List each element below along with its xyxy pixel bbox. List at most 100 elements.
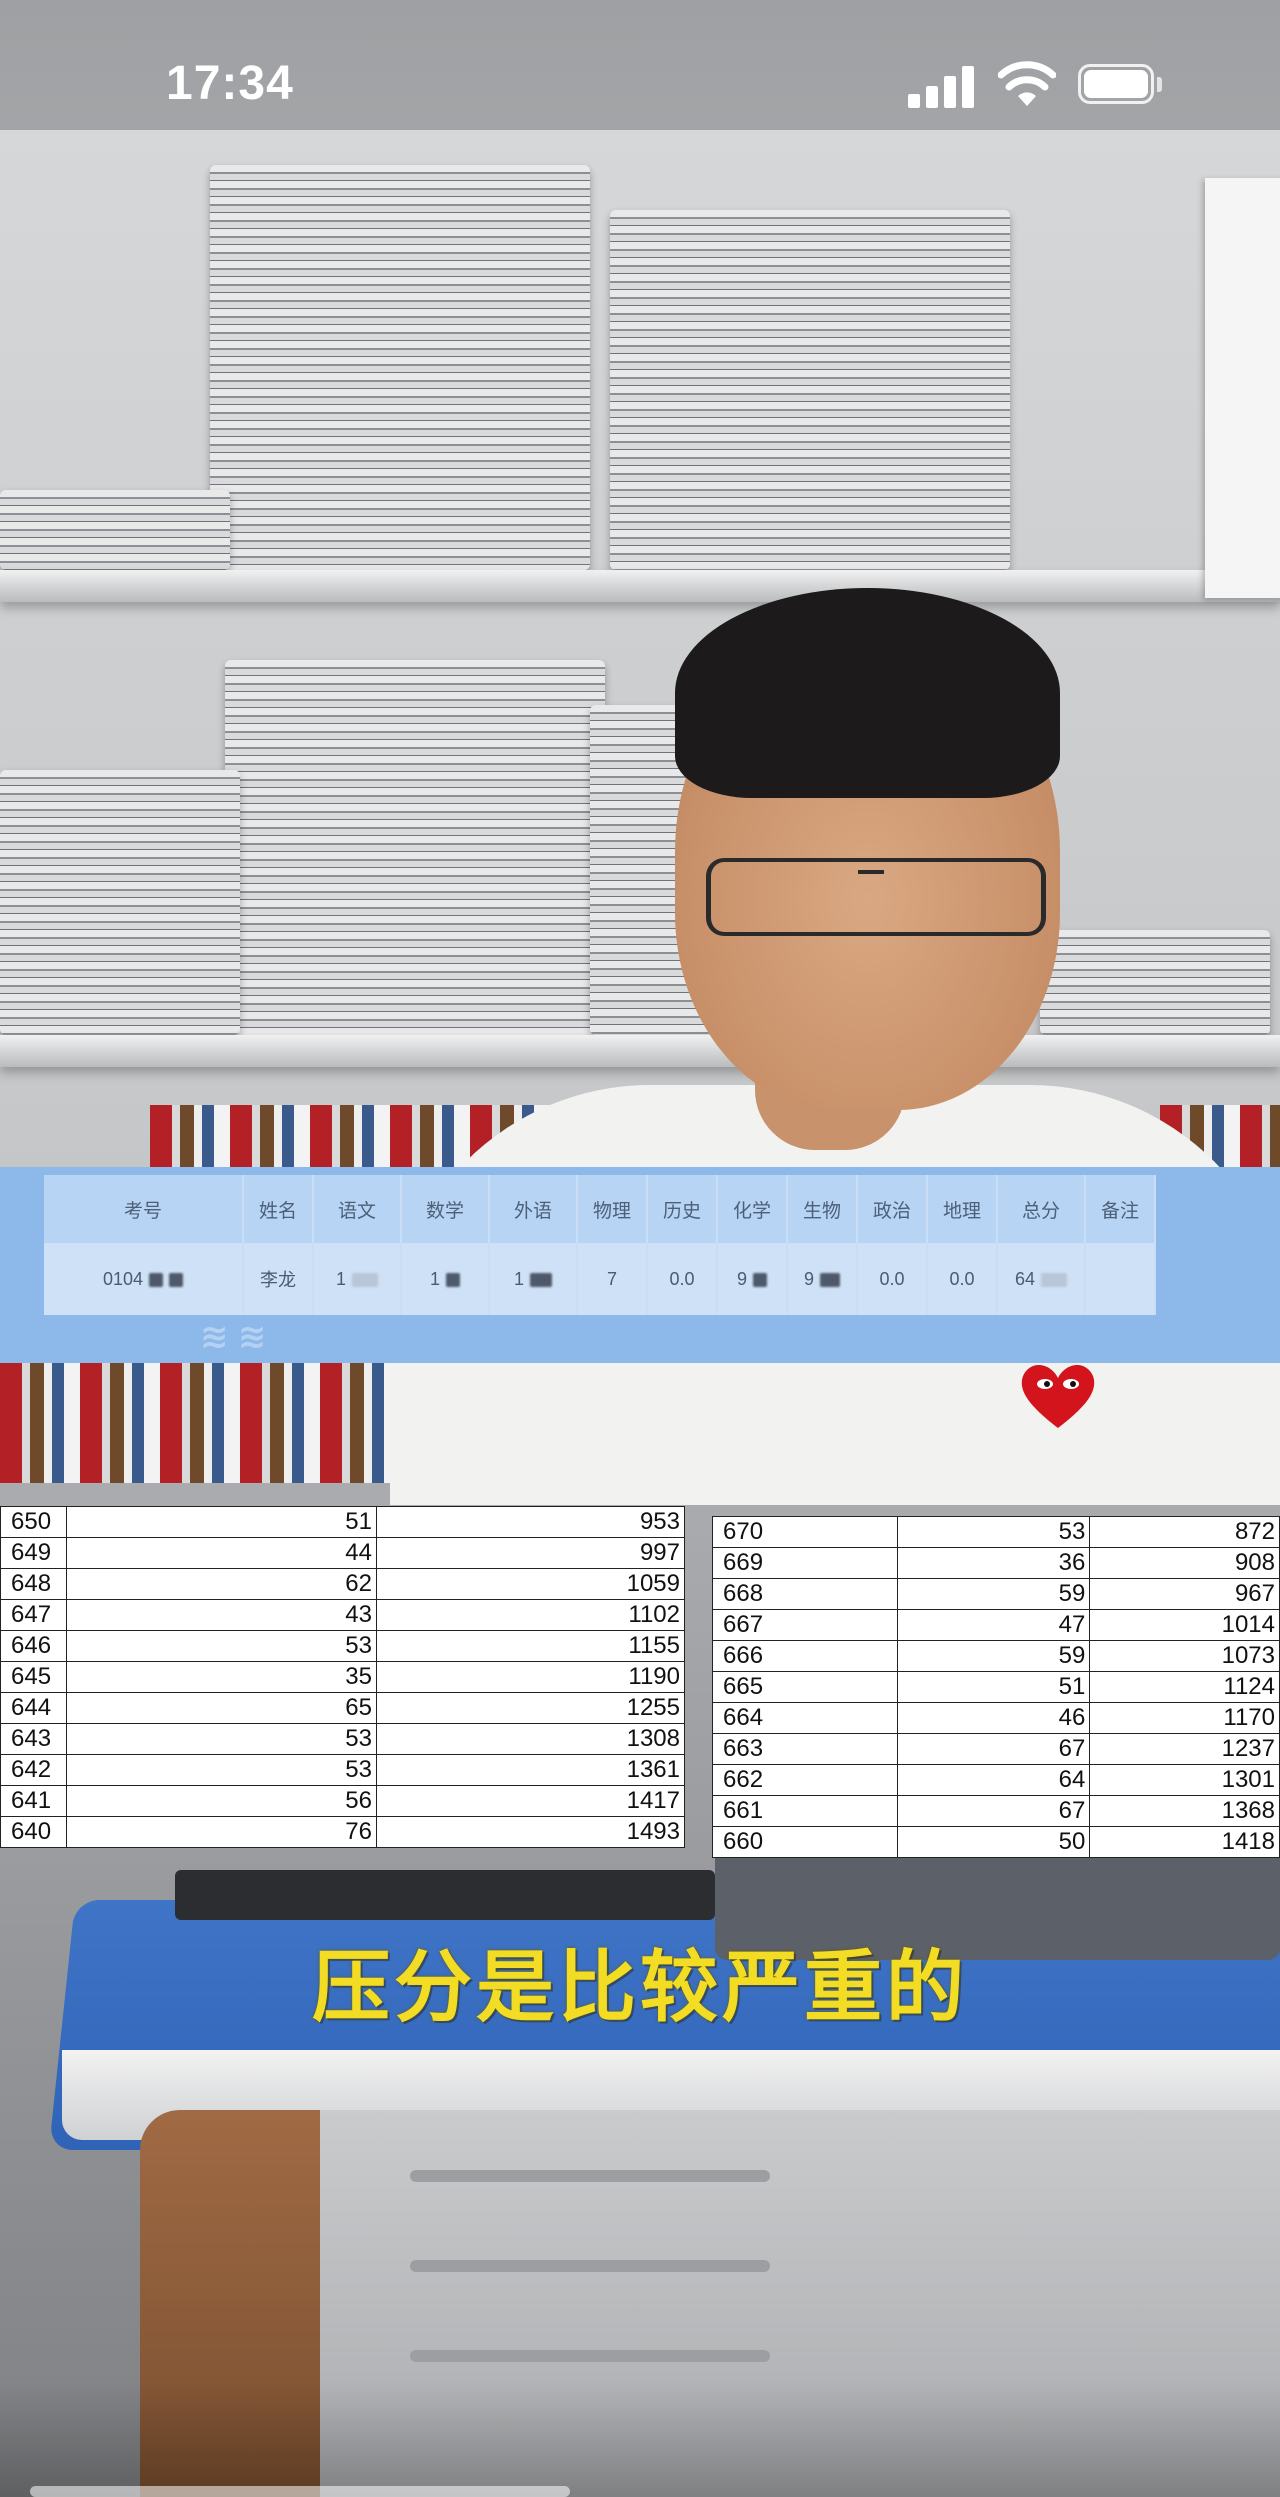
cumulative-cell: 1059 [376, 1568, 685, 1600]
score-cell: 649 [0, 1537, 67, 1569]
home-indicator[interactable] [30, 2486, 570, 2497]
cabinet-slot [410, 2170, 770, 2182]
cumulative-cell: 1102 [376, 1599, 685, 1631]
cumulative-cell: 967 [1089, 1578, 1280, 1610]
score-cell: 642 [0, 1754, 67, 1786]
column-header: 历史 [647, 1175, 718, 1243]
column-header: 生物 [787, 1175, 858, 1243]
column-header: 备注 [1085, 1175, 1156, 1243]
laptop [175, 1870, 715, 1920]
book-row [0, 1363, 440, 1483]
table-row: 669 36 908 [712, 1547, 1280, 1579]
score-value: 9 [803, 1268, 814, 1289]
count-cell: 59 [896, 1578, 1091, 1610]
cumulative-cell: 1368 [1089, 1795, 1280, 1827]
score-value: 9 [736, 1268, 747, 1289]
redacted-mark [530, 1272, 552, 1287]
table-row: 667 47 1014 [712, 1609, 1280, 1641]
score-rank-table-left: 650 51 953 649 44 997 648 62 1059 647 43 1102 646 53 1… [0, 1506, 685, 1848]
score-cell: 670 [712, 1516, 898, 1548]
video-subtitle: 压分是比较严重的 [311, 1943, 968, 2031]
cabinet-slot [410, 2350, 770, 2362]
score-cell: 648 [0, 1568, 67, 1600]
paper-stack [0, 770, 240, 1035]
bottom-shade [0, 2380, 1280, 2497]
score-card-table: 考号 姓名 语文 数学 外语 物理 历史 化学 生物 政治 地理 总分 备注 0… [44, 1175, 1156, 1315]
status-time: 17:34 [166, 57, 294, 110]
name-cell: 李龙 [243, 1243, 314, 1315]
exam-id-cell: 0104 [44, 1243, 244, 1315]
score-cell: 0.0 [857, 1243, 928, 1315]
count-cell: 44 [66, 1537, 377, 1569]
table-row: 643 53 1308 [0, 1723, 685, 1755]
cumulative-cell: 1361 [376, 1754, 685, 1786]
cumulative-cell: 1170 [1089, 1702, 1280, 1734]
table-row: 641 56 1417 [0, 1785, 685, 1817]
table-row: 666 59 1073 [712, 1640, 1280, 1672]
paper-stack [610, 210, 1010, 570]
table-row: 665 51 1124 [712, 1671, 1280, 1703]
table-row: 668 59 967 [712, 1578, 1280, 1610]
redacted-mark [753, 1272, 767, 1287]
column-header: 外语 [489, 1175, 578, 1243]
count-cell: 36 [896, 1547, 1091, 1579]
table-row: 647 43 1102 [0, 1599, 685, 1631]
count-cell: 53 [66, 1630, 377, 1662]
score-cell: 660 [712, 1826, 898, 1858]
score-value: 1 [429, 1268, 440, 1289]
count-cell: 51 [896, 1671, 1091, 1703]
person-hair [675, 588, 1060, 798]
count-cell: 59 [896, 1640, 1091, 1672]
column-header: 化学 [717, 1175, 788, 1243]
battery-icon [1078, 64, 1162, 106]
signal-icon [908, 64, 976, 108]
table-row: 644 65 1255 [0, 1692, 685, 1724]
cumulative-cell: 1124 [1089, 1671, 1280, 1703]
wall-paper-note [1205, 178, 1280, 598]
shelf-board [0, 570, 1280, 602]
table-row: 660 50 1418 [712, 1826, 1280, 1858]
cumulative-cell: 1417 [376, 1785, 685, 1817]
score-rank-table-right: 670 53 872 669 36 908 668 59 967 667 47 1014 666 59 10… [712, 1516, 1280, 1858]
redacted-mark [446, 1272, 460, 1287]
watermark: ≋ ≋ [200, 1318, 267, 1356]
cumulative-cell: 1308 [376, 1723, 685, 1755]
score-cell: 662 [712, 1764, 898, 1796]
count-cell: 47 [896, 1609, 1091, 1641]
score-cell: 646 [0, 1630, 67, 1662]
score-cell: 665 [712, 1671, 898, 1703]
count-cell: 35 [66, 1661, 377, 1693]
column-header: 语文 [313, 1175, 402, 1243]
column-header: 物理 [577, 1175, 648, 1243]
cumulative-cell: 1014 [1089, 1609, 1280, 1641]
count-cell: 43 [66, 1599, 377, 1631]
redacted-mark [149, 1272, 164, 1287]
score-cell: 9 [787, 1243, 858, 1315]
score-cell: 667 [712, 1609, 898, 1641]
glasses-bridge [858, 870, 884, 874]
cumulative-cell: 1073 [1089, 1640, 1280, 1672]
column-header: 考号 [44, 1175, 244, 1243]
table-row: 642 53 1361 [0, 1754, 685, 1786]
table-row: 661 67 1368 [712, 1795, 1280, 1827]
paper-stack [225, 660, 605, 1035]
paper-stack [210, 165, 590, 570]
cumulative-cell: 1418 [1089, 1826, 1280, 1858]
count-cell: 67 [896, 1795, 1091, 1827]
redacted-mark [352, 1272, 378, 1287]
table-row: 663 67 1237 [712, 1733, 1280, 1765]
score-cell: 640 [0, 1816, 67, 1848]
table-row: 640 76 1493 [0, 1816, 685, 1848]
score-value: 1 [513, 1268, 524, 1289]
score-cell: 668 [712, 1578, 898, 1610]
table-row: 670 53 872 [712, 1516, 1280, 1548]
score-cell: 7 [577, 1243, 648, 1315]
cumulative-cell: 953 [376, 1506, 685, 1538]
count-cell: 51 [66, 1506, 377, 1538]
count-cell: 67 [896, 1733, 1091, 1765]
cumulative-cell: 1493 [376, 1816, 685, 1848]
score-cell: 647 [0, 1599, 67, 1631]
table-row: 664 46 1170 [712, 1702, 1280, 1734]
cumulative-cell: 872 [1089, 1516, 1280, 1548]
score-cell: 661 [712, 1795, 898, 1827]
